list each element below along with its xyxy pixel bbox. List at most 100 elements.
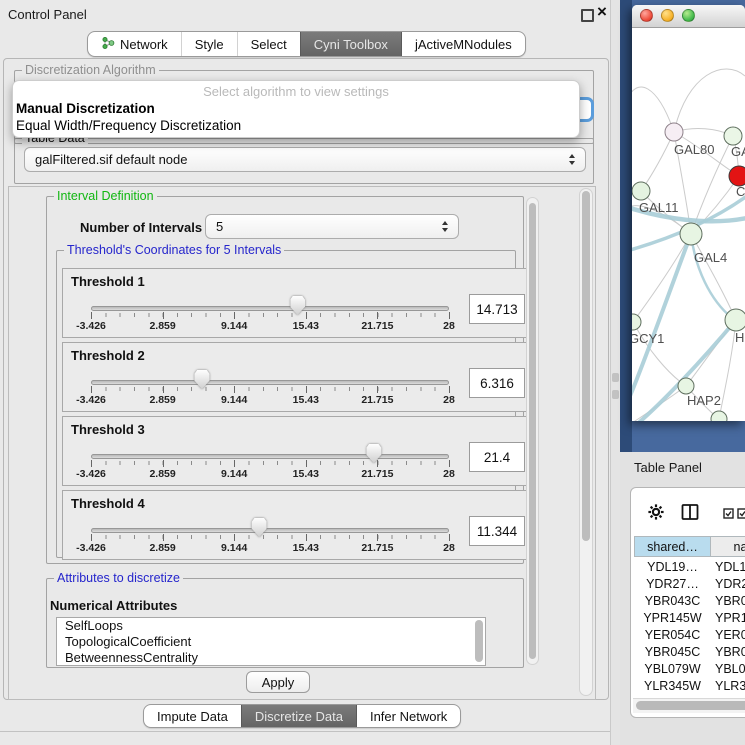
tick-label: 2.859 bbox=[149, 468, 175, 480]
close-icon[interactable]: × bbox=[597, 2, 607, 22]
threshold-4-value-field[interactable]: 11.344 bbox=[469, 516, 525, 546]
table-cell[interactable]: YPR145W bbox=[634, 609, 711, 626]
tick-marks bbox=[91, 535, 450, 539]
list-item[interactable]: SelfLoops bbox=[57, 618, 485, 634]
node-gal4[interactable] bbox=[680, 223, 702, 245]
table-cell[interactable]: YBR0 bbox=[715, 643, 745, 660]
threshold-3-value-field[interactable]: 21.4 bbox=[469, 442, 525, 472]
network-window-titlebar[interactable] bbox=[632, 5, 745, 28]
tab-impute-data[interactable]: Impute Data bbox=[144, 705, 241, 727]
tab-jactivemnodules[interactable]: jActiveMNodules bbox=[401, 32, 525, 56]
tab-select[interactable]: Select bbox=[237, 32, 300, 56]
table-cell[interactable]: YDL19… bbox=[634, 558, 711, 575]
network-icon bbox=[101, 36, 115, 53]
splitter-handle-icon[interactable] bbox=[612, 373, 619, 382]
inner-scrollbar-thumb[interactable] bbox=[529, 203, 536, 659]
node-label: GCY1 bbox=[632, 331, 664, 346]
threshold-3-slider[interactable] bbox=[91, 454, 449, 459]
float-window-icon[interactable] bbox=[581, 9, 594, 22]
table-horizontal-scrollbar[interactable] bbox=[633, 698, 745, 713]
zoom-traffic-icon[interactable] bbox=[682, 9, 695, 22]
tab-network[interactable]: Network bbox=[88, 32, 181, 56]
threshold-1-slider-handle[interactable] bbox=[290, 296, 305, 315]
tab-label: Discretize Data bbox=[255, 709, 343, 724]
node-label: H bbox=[735, 330, 744, 345]
tick-label: 15.43 bbox=[293, 542, 319, 554]
tick-label: -3.426 bbox=[76, 394, 106, 406]
threshold-1-value-field[interactable]: 14.713 bbox=[469, 294, 525, 324]
threshold-3-slider-handle[interactable] bbox=[366, 444, 381, 463]
table-cell[interactable]: YBR0 bbox=[715, 592, 745, 609]
tab-cyni-toolbox[interactable]: Cyni Toolbox bbox=[300, 32, 401, 56]
column-header-name[interactable]: na bbox=[710, 536, 745, 557]
threshold-2-slider-handle[interactable] bbox=[194, 370, 209, 389]
threshold-2-panel: Threshold 2 -3.426 2.859 9.144 15.43 21.… bbox=[62, 342, 530, 412]
node-label: GAL80 bbox=[674, 142, 714, 157]
node[interactable] bbox=[724, 127, 742, 145]
node-gal11[interactable] bbox=[632, 182, 650, 200]
table-cell[interactable]: YPR1 bbox=[715, 609, 745, 626]
table-cell[interactable]: YDL1 bbox=[715, 558, 745, 575]
inner-scrollbar[interactable] bbox=[526, 197, 539, 665]
dropdown-option-equal-width[interactable]: Equal Width/Frequency Discretization bbox=[16, 118, 241, 133]
table-data-combo-value: galFiltered.sif default node bbox=[35, 152, 187, 167]
table-cell[interactable]: YDR27… bbox=[634, 575, 711, 592]
outer-scrollbar[interactable] bbox=[579, 188, 593, 696]
dropdown-hint-item[interactable]: Select algorithm to view settings bbox=[13, 84, 579, 99]
tick-marks bbox=[91, 461, 450, 465]
dropdown-option-manual[interactable]: Manual Discretization bbox=[16, 101, 155, 116]
num-intervals-label: Number of Intervals bbox=[80, 220, 202, 235]
table-cell[interactable]: YBL079W bbox=[634, 660, 711, 677]
gear-icon[interactable] bbox=[648, 504, 664, 525]
list-item[interactable]: BetweennessCentrality bbox=[57, 650, 485, 666]
network-canvas[interactable]: GAL80 GA C GAL11 GAL4 GCY1 H HAP2 bbox=[632, 28, 745, 421]
checkbox-icons[interactable] bbox=[723, 508, 745, 519]
apply-button[interactable]: Apply bbox=[246, 671, 310, 693]
threshold-4-slider-handle[interactable] bbox=[252, 518, 267, 537]
threshold-1-slider[interactable] bbox=[91, 306, 449, 311]
threshold-2-value-field[interactable]: 6.316 bbox=[469, 368, 525, 398]
node-gcy1[interactable] bbox=[632, 314, 641, 330]
close-traffic-icon[interactable] bbox=[640, 9, 653, 22]
node-hap2[interactable] bbox=[678, 378, 694, 394]
table-cell[interactable]: YER0 bbox=[715, 626, 745, 643]
node-label: HAP2 bbox=[687, 393, 721, 408]
tab-label: Infer Network bbox=[370, 709, 447, 724]
table-horizontal-scrollbar-thumb[interactable] bbox=[636, 701, 745, 710]
node[interactable] bbox=[725, 309, 745, 331]
tab-style[interactable]: Style bbox=[181, 32, 237, 56]
tick-label: 2.859 bbox=[149, 320, 175, 332]
list-item[interactable]: TopologicalCoefficient bbox=[57, 634, 485, 650]
split-pane-icon[interactable] bbox=[681, 503, 699, 526]
tick-label: 15.43 bbox=[293, 320, 319, 332]
table-cell[interactable]: YLR3 bbox=[715, 677, 745, 694]
num-intervals-spinner[interactable]: 5 bbox=[205, 214, 459, 239]
threshold-2-slider[interactable] bbox=[91, 380, 449, 385]
table-cell[interactable]: YER054C bbox=[634, 626, 711, 643]
threshold-4-slider[interactable] bbox=[91, 528, 449, 533]
node-gal80[interactable] bbox=[665, 123, 683, 141]
tab-infer-network[interactable]: Infer Network bbox=[356, 705, 460, 727]
splitter-handle-icon[interactable] bbox=[612, 390, 619, 399]
node-label: C bbox=[736, 184, 745, 199]
tick-label: 2.859 bbox=[149, 394, 175, 406]
tick-label: 21.715 bbox=[361, 468, 393, 480]
node[interactable] bbox=[711, 411, 727, 421]
table-cell[interactable]: YLR345W bbox=[634, 677, 711, 694]
attributes-list[interactable]: SelfLoops TopologicalCoefficient Between… bbox=[56, 617, 486, 666]
tick-label: 28 bbox=[443, 320, 455, 332]
table-cell[interactable]: YBL0 bbox=[715, 660, 745, 677]
column-header-shared-name[interactable]: shared… bbox=[634, 536, 711, 557]
group-title: Attributes to discretize bbox=[54, 571, 183, 585]
minimize-traffic-icon[interactable] bbox=[661, 9, 674, 22]
table-cell[interactable]: YBR043C bbox=[634, 592, 711, 609]
list-scrollbar[interactable] bbox=[475, 620, 483, 662]
node-label: GAL11 bbox=[639, 200, 679, 215]
outer-scrollbar-thumb[interactable] bbox=[582, 191, 590, 541]
tick-label: 15.43 bbox=[293, 468, 319, 480]
table-cell[interactable]: YBR045C bbox=[634, 643, 711, 660]
table-cell[interactable]: YDR2 bbox=[715, 575, 745, 592]
table-data-combo[interactable]: galFiltered.sif default node bbox=[24, 147, 586, 172]
node-selected-red[interactable] bbox=[729, 166, 745, 186]
tab-discretize-data[interactable]: Discretize Data bbox=[241, 705, 356, 727]
